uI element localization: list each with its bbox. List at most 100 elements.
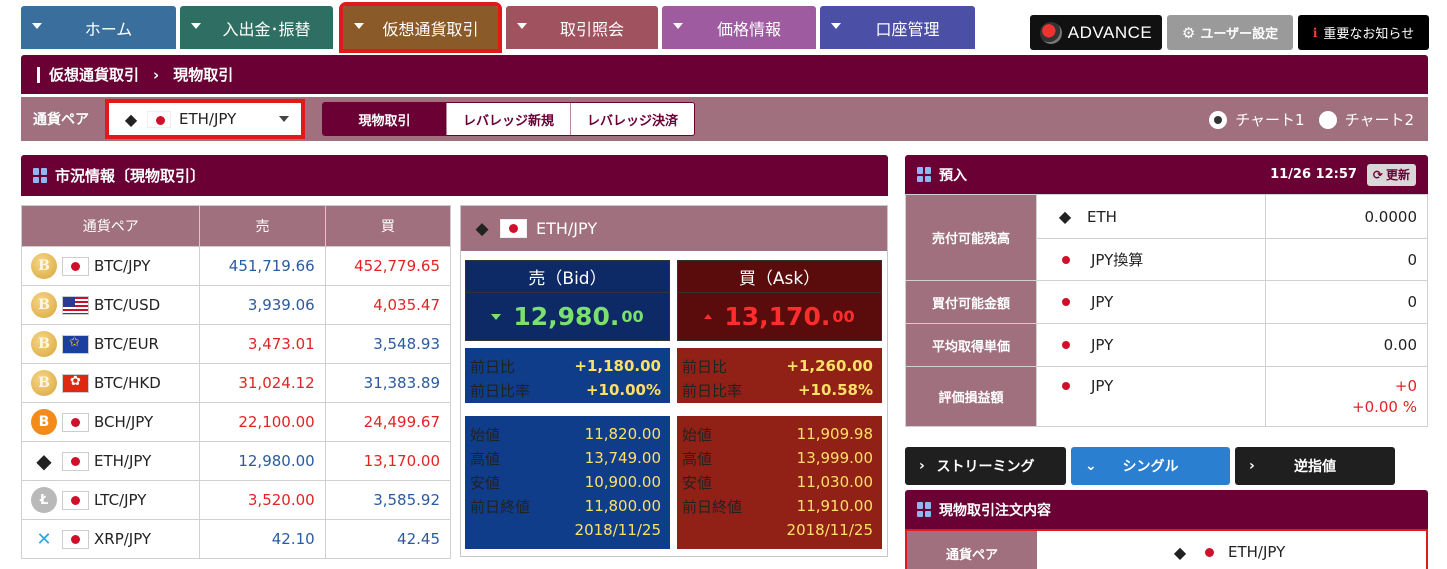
japan-flag-icon (1197, 544, 1219, 560)
tab-single[interactable]: ⌄ シングル (1071, 447, 1230, 485)
stat-row: 安値 11,030.00 (682, 470, 873, 494)
pair-name: LTC/JPY (94, 491, 147, 509)
notice-label: 重要なお知らせ (1323, 27, 1415, 42)
buy-price[interactable]: 24,499.67 (324, 402, 452, 442)
buy-price[interactable]: 3,548.93 (324, 324, 452, 364)
currency-pair-select[interactable]: ◆ ETH/JPY (105, 99, 305, 139)
pair-cell: B BTC/USD (20, 285, 201, 325)
eth-icon: ◆ (124, 109, 138, 129)
table-row[interactable]: Ł LTC/JPY 3,520.00 3,585.92 (20, 480, 452, 520)
chevron-down-icon (191, 23, 201, 29)
btc-coin-icon: B (31, 370, 57, 396)
pair-cell: ✕ XRP/JPY (20, 519, 201, 559)
quote-header: ◆ ETH/JPY (461, 206, 887, 251)
sell-price[interactable]: 3,520.00 (199, 480, 326, 520)
stat-row: 前日比率 +10.00% (470, 378, 661, 402)
stat-row: 高値 13,749.00 (470, 446, 661, 470)
important-notice-button[interactable]: i 重要なお知らせ (1298, 15, 1429, 50)
pair-toolbar: 通貨ペア ◆ ETH/JPY 現物取引 レバレッジ新規 レバレッジ決済 チャート… (21, 97, 1428, 141)
nav-tab-crypto-trading[interactable]: 仮想通貨取引 (339, 2, 502, 53)
chart-radio-group: チャート1 チャート2 (1209, 109, 1414, 130)
sell-price[interactable]: 42.10 (199, 519, 326, 559)
tab-spot-trading[interactable]: 現物取引 (323, 103, 446, 135)
stat-row: 前日比 +1,260.00 (682, 354, 873, 378)
stat-label: 始値 (470, 425, 501, 444)
stat-label: 前日終値 (682, 497, 743, 516)
buy-price[interactable]: 13,170.00 (324, 441, 452, 481)
table-row[interactable]: B BTC/USD 3,939.06 4,035.47 (20, 285, 452, 325)
column-header-pair: 通貨ペア (20, 205, 201, 247)
table-row[interactable]: B BTC/HKD 31,024.1231,383.89 (20, 363, 452, 403)
nav-tab-label: 仮想通貨取引 (382, 19, 479, 39)
nav-tab-home[interactable]: ホーム (21, 6, 176, 49)
table-row[interactable]: B BTC/EUR 3,473.013,548.93 (20, 324, 452, 364)
jp-flag-icon (62, 451, 89, 471)
table-row[interactable]: ✕ XRP/JPY 42.10 42.45 (20, 519, 452, 559)
pair-name: BTC/EUR (94, 335, 159, 353)
stat-label: 前日比 (470, 357, 516, 376)
sell-price[interactable]: 31,024.12 (199, 363, 326, 403)
pair-name: ETH/JPY (94, 452, 152, 470)
order-content-title: 現物取引注文内容 (939, 502, 1051, 519)
tab-streaming[interactable]: › ストリーミング (905, 447, 1066, 485)
sell-price[interactable]: 22,100.00 (199, 402, 326, 442)
grid-icon (917, 502, 932, 517)
chart1-radio[interactable]: チャート1 (1209, 109, 1305, 130)
nav-tab-account[interactable]: 口座管理 (820, 6, 975, 49)
bid-box[interactable]: 売（Bid） 12,980. 00 (465, 260, 670, 341)
japan-flag-icon (1057, 295, 1077, 309)
jp-flag-icon (62, 490, 89, 510)
nav-tab-deposit-withdraw[interactable]: 入出金･振替 (180, 6, 333, 49)
buy-price[interactable]: 42.45 (324, 519, 452, 559)
pair-name: BTC/HKD (94, 374, 161, 392)
ask-date: 2018/11/25 (786, 521, 873, 539)
sell-price[interactable]: 3,473.01 (199, 324, 326, 364)
breadcrumb-parent[interactable]: 仮想通貨取引 (49, 64, 139, 85)
stat-label: 前日比率 (470, 381, 531, 400)
pair-name: BCH/JPY (94, 413, 154, 431)
tab-stop-order[interactable]: › 逆指値 (1235, 447, 1395, 485)
user-settings-button[interactable]: ⚙ ユーザー設定 (1167, 15, 1293, 50)
buy-price[interactable]: 452,779.65 (324, 246, 452, 286)
buy-price[interactable]: 4,035.47 (324, 285, 452, 325)
japan-flag-icon (500, 219, 527, 238)
pair-cell: B BTC/JPY (20, 246, 201, 286)
stat-label: 安値 (470, 473, 501, 492)
radio-selected-icon (1209, 110, 1228, 129)
bid-high: 13,749.00 (584, 449, 661, 467)
chart1-label: チャート1 (1235, 111, 1305, 129)
nav-tab-trade-history[interactable]: 取引照会 (506, 6, 658, 49)
currency-name: JPY (1091, 336, 1114, 354)
table-row[interactable]: B BCH/JPY 22,100.00 24,499.67 (20, 402, 452, 442)
stat-row: 前日比率 +10.58% (682, 378, 873, 402)
nav-tab-price-info[interactable]: 価格情報 (662, 6, 816, 49)
sell-price[interactable]: 451,719.66 (199, 246, 326, 286)
stat-row: 始値 11,820.00 (470, 422, 661, 446)
btc-coin-icon: B (31, 331, 57, 357)
advance-button[interactable]: ADVANCE (1030, 15, 1162, 50)
tab-leverage-new[interactable]: レバレッジ新規 (446, 103, 570, 135)
stat-row: 安値 10,900.00 (470, 470, 661, 494)
chart2-radio[interactable]: チャート2 (1318, 109, 1414, 130)
deposit-title: 預入 (939, 167, 967, 184)
tab-leverage-settle[interactable]: レバレッジ決済 (570, 103, 694, 135)
refresh-icon: ⟳ (1372, 167, 1383, 182)
table-row[interactable]: B BTC/JPY 451,719.66 452,779.65 (20, 246, 452, 286)
buy-price[interactable]: 31,383.89 (324, 363, 452, 403)
table-row[interactable]: ◆ ETH/JPY 12,980.00 13,170.00 (20, 441, 452, 481)
chevron-right-icon: › (1249, 458, 1255, 474)
bid-low: 10,900.00 (584, 473, 661, 491)
ask-box[interactable]: 買（Ask） 13,170. 00 (677, 260, 882, 341)
breadcrumb: 仮想通貨取引 › 現物取引 (21, 55, 1428, 94)
sell-price[interactable]: 3,939.06 (199, 285, 326, 325)
chevron-down-icon (32, 23, 42, 29)
sell-price[interactable]: 12,980.00 (199, 441, 326, 481)
buy-price[interactable]: 3,585.92 (324, 480, 452, 520)
stat-label: 前日終値 (470, 497, 531, 516)
pair-label: 通貨ペア (33, 112, 89, 128)
stat-row: 2018/11/25 (682, 518, 873, 542)
quote-pair: ETH/JPY (536, 219, 598, 238)
pair-name: BTC/USD (94, 296, 161, 314)
market-info-title: 市況情報〔現物取引〕 (55, 167, 206, 185)
refresh-button[interactable]: ⟳ 更新 (1366, 163, 1416, 186)
